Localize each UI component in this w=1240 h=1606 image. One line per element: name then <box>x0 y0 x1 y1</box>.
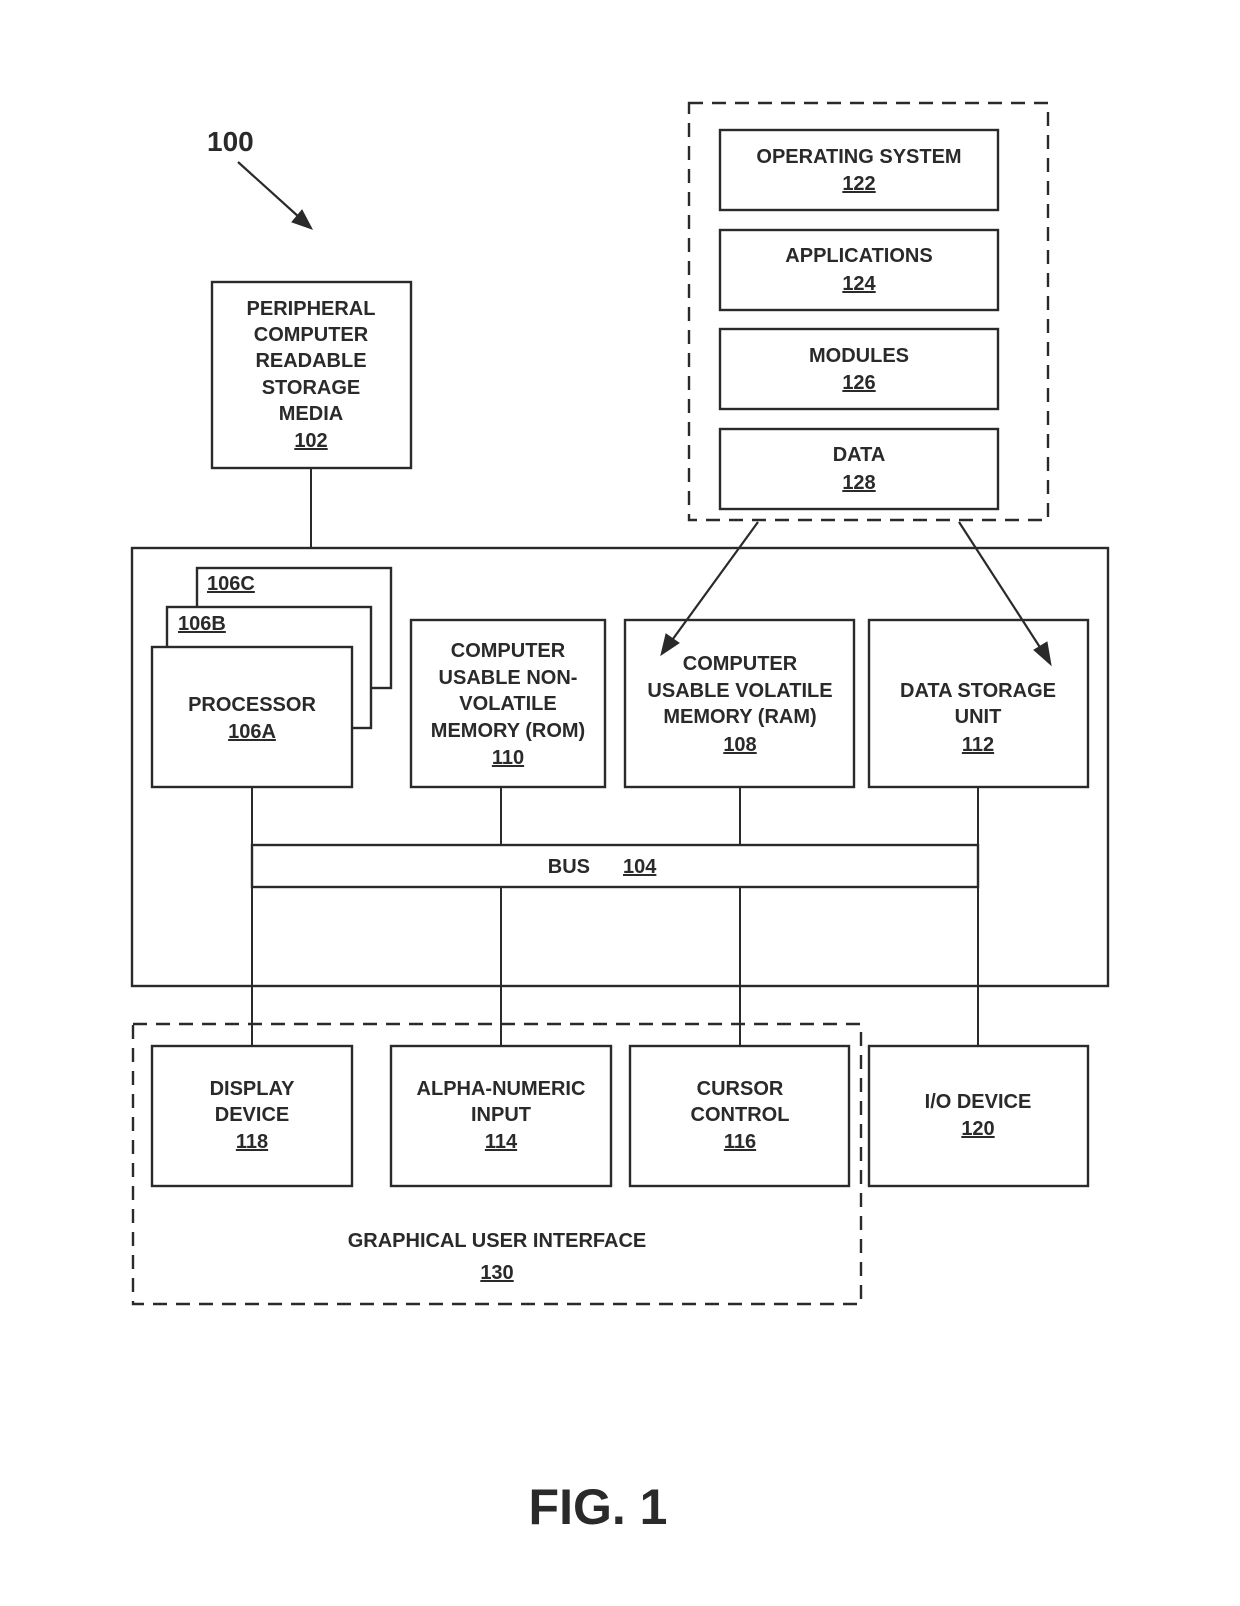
figure-caption: FIG. 1 <box>529 1479 668 1535</box>
io-ref: 120 <box>961 1118 994 1140</box>
storage-ref: 112 <box>962 734 994 756</box>
peripheral-line-2: COMPUTER <box>254 324 369 346</box>
software-stack: OPERATING SYSTEM 122 APPLICATIONS 124 MO… <box>687 101 1050 522</box>
bus-ref: 104 <box>623 856 657 878</box>
ram-block: COMPUTER USABLE VOLATILE MEMORY (RAM) 10… <box>623 618 856 789</box>
cursor-line-1: CURSOR <box>697 1078 784 1100</box>
modules-label: MODULES <box>809 345 909 367</box>
display-line-2: DEVICE <box>215 1104 289 1126</box>
alnum-line-1: ALPHA-NUMERIC <box>417 1078 586 1100</box>
bus-block: BUS 104 <box>250 843 980 889</box>
rom-block: COMPUTER USABLE NON- VOLATILE MEMORY (RO… <box>409 618 607 789</box>
data-label: DATA <box>833 444 886 466</box>
rom-line-1: COMPUTER <box>451 640 566 662</box>
peripheral-line-3: READABLE <box>255 350 366 372</box>
computer-system-diagram: 100 PERIPHERAL COMPUTER READABLE STORAGE… <box>130 101 1110 1535</box>
bus-label: BUS <box>548 856 590 878</box>
rom-line-4: MEMORY (ROM) <box>431 720 585 742</box>
alnum-line-2: INPUT <box>471 1104 531 1126</box>
processor-106b-ref: 106B <box>178 613 226 635</box>
os-label: OPERATING SYSTEM <box>756 146 961 168</box>
storage-line-2: UNIT <box>955 706 1002 728</box>
applications-ref: 124 <box>842 273 876 295</box>
processor-106c-ref: 106C <box>207 573 255 595</box>
os-box <box>718 128 1000 212</box>
peripheral-line-5: MEDIA <box>279 403 343 425</box>
modules-ref: 126 <box>842 372 875 394</box>
gui-label: GRAPHICAL USER INTERFACE <box>348 1230 647 1252</box>
ram-box <box>623 618 856 789</box>
system-reference: 100 <box>207 126 314 230</box>
modules-box <box>718 327 1000 411</box>
display-ref: 118 <box>236 1131 268 1153</box>
gui-ref: 130 <box>480 1262 513 1284</box>
peripheral-line-4: STORAGE <box>262 377 361 399</box>
bus-box <box>250 843 980 889</box>
peripheral-line-1: PERIPHERAL <box>247 298 376 320</box>
rom-ref: 110 <box>492 747 524 769</box>
os-ref: 122 <box>842 173 875 195</box>
processor-106a-box <box>150 645 354 789</box>
peripheral-storage-block: PERIPHERAL COMPUTER READABLE STORAGE MED… <box>210 280 413 470</box>
processor-106a-ref: 106A <box>228 721 276 743</box>
cursor-ref: 116 <box>724 1131 756 1153</box>
rom-line-3: VOLATILE <box>459 693 556 715</box>
cursor-line-2: CONTROL <box>691 1104 790 1126</box>
alnum-ref: 114 <box>485 1131 518 1153</box>
io-block: I/O DEVICE 120 <box>867 1044 1090 1188</box>
processor-stack: 106C 106B PROCESSOR 106A <box>150 566 393 789</box>
display-line-1: DISPLAY <box>210 1078 296 1100</box>
storage-line-1: DATA STORAGE <box>900 680 1056 702</box>
ram-line-1: COMPUTER <box>683 653 798 675</box>
applications-label: APPLICATIONS <box>785 245 932 267</box>
ram-ref: 108 <box>723 734 756 756</box>
io-box <box>867 1044 1090 1188</box>
data-box <box>718 427 1000 511</box>
alnum-block: ALPHA-NUMERIC INPUT 114 <box>389 1044 613 1188</box>
rom-line-2: USABLE NON- <box>439 667 578 689</box>
display-block: DISPLAY DEVICE 118 <box>150 1044 354 1188</box>
data-ref: 128 <box>842 472 875 494</box>
cursor-block: CURSOR CONTROL 116 <box>628 1044 851 1188</box>
peripheral-ref: 102 <box>294 430 327 452</box>
storage-box <box>867 618 1090 789</box>
processor-label: PROCESSOR <box>188 694 316 716</box>
applications-box <box>718 228 1000 312</box>
system-ref-arrow-line <box>237 161 301 219</box>
storage-block: DATA STORAGE UNIT 112 <box>867 618 1090 789</box>
io-line-1: I/O DEVICE <box>925 1091 1032 1113</box>
ram-line-2: USABLE VOLATILE <box>647 680 832 702</box>
ram-line-3: MEMORY (RAM) <box>663 706 816 728</box>
system-ref-label: 100 <box>207 126 254 157</box>
